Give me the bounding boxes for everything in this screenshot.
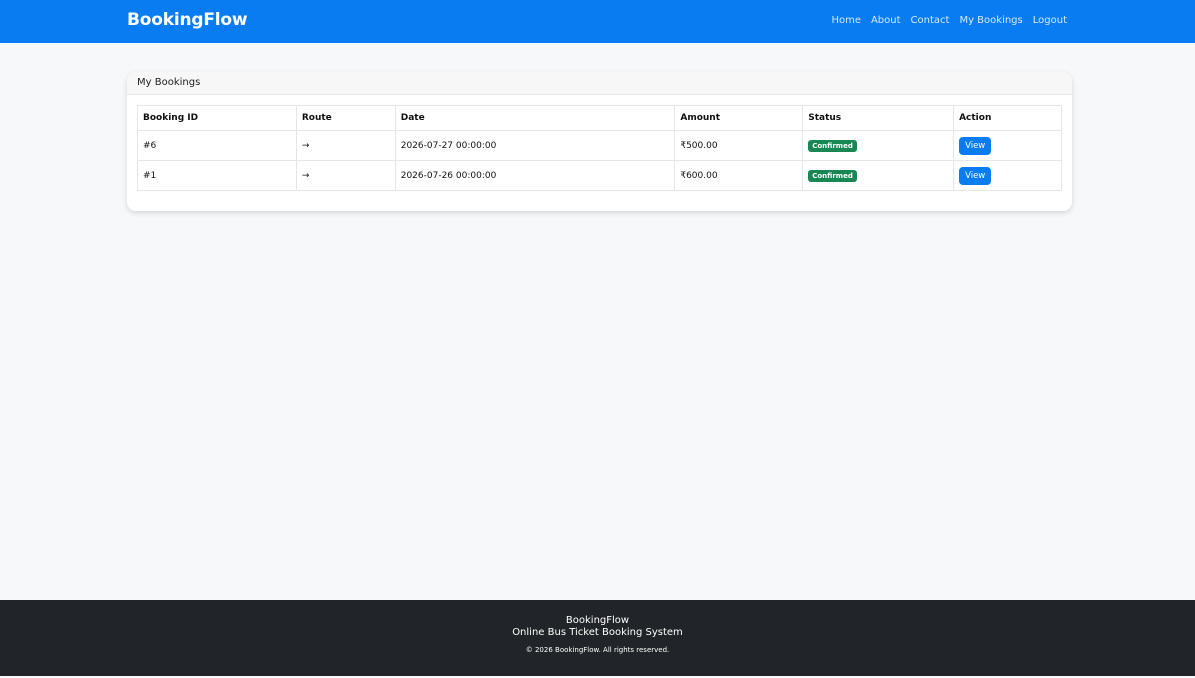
status-badge: Confirmed: [808, 139, 857, 152]
route: →: [295, 130, 396, 161]
brand-logo[interactable]: BookingFlow: [127, 10, 248, 30]
col-action: Action: [953, 105, 1062, 131]
nav-about[interactable]: About: [871, 15, 901, 26]
table-row: #1 → 2026-07-26 00:00:00 ₹600.00 Confirm…: [137, 160, 1062, 191]
nav-logout[interactable]: Logout: [1033, 15, 1067, 26]
status-cell: Confirmed: [802, 160, 955, 191]
footer-copyright: © 2026 BookingFlow. All rights reserved.: [525, 646, 670, 654]
footer: BookingFlow Online Bus Ticket Booking Sy…: [0, 600, 1195, 676]
table-header-row: Booking ID Route Date Amount Status Acti…: [137, 105, 1062, 131]
amount: ₹600.00: [674, 160, 804, 191]
col-booking-id: Booking ID: [137, 105, 297, 131]
nav-links: Home About Contact My Bookings Logout: [831, 15, 1067, 26]
bookings-card: My Bookings Booking ID Route Date Amount…: [127, 72, 1072, 211]
nav-contact[interactable]: Contact: [911, 15, 950, 26]
col-date: Date: [394, 105, 676, 131]
status-cell: Confirmed: [802, 130, 955, 161]
nav-home[interactable]: Home: [831, 15, 861, 26]
col-route: Route: [295, 105, 396, 131]
navbar: BookingFlow Home About Contact My Bookin…: [0, 0, 1195, 43]
card-title: My Bookings: [127, 72, 1072, 95]
route: →: [295, 160, 396, 191]
date: 2026-07-26 00:00:00: [394, 160, 676, 191]
col-amount: Amount: [674, 105, 804, 131]
bookings-table: Booking ID Route Date Amount Status Acti…: [137, 105, 1062, 191]
status-badge: Confirmed: [808, 169, 857, 182]
nav-my-bookings[interactable]: My Bookings: [959, 15, 1022, 26]
booking-id: #6: [137, 130, 297, 161]
date: 2026-07-27 00:00:00: [394, 130, 676, 161]
footer-brand: BookingFlow: [565, 615, 630, 626]
footer-tagline: Online Bus Ticket Booking System: [512, 627, 683, 638]
col-status: Status: [802, 105, 955, 131]
action-cell: View: [953, 160, 1062, 191]
view-button[interactable]: View: [959, 136, 992, 155]
table-row: #6 → 2026-07-27 00:00:00 ₹500.00 Confirm…: [137, 130, 1062, 161]
view-button[interactable]: View: [959, 166, 992, 185]
amount: ₹500.00: [674, 130, 804, 161]
booking-id: #1: [137, 160, 297, 191]
action-cell: View: [953, 130, 1062, 161]
